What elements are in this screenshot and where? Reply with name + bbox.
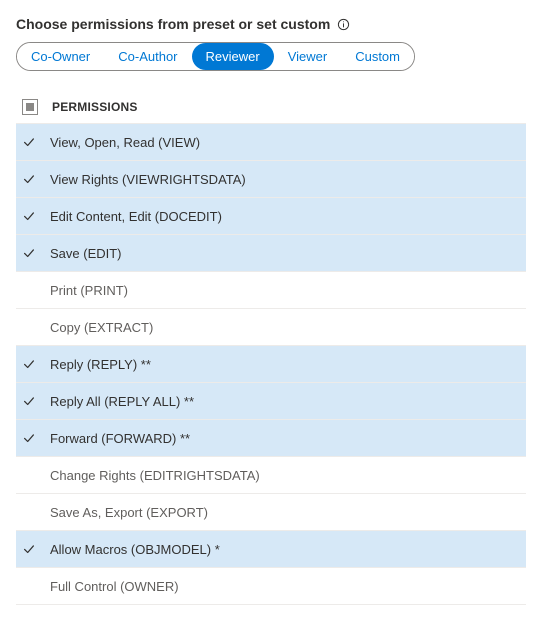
permission-check-icon	[20, 542, 50, 556]
permission-row[interactable]: View Rights (VIEWRIGHTSDATA)	[16, 161, 526, 198]
permission-row[interactable]: Edit Content, Edit (DOCEDIT)	[16, 198, 526, 235]
preset-co-owner[interactable]: Co-Owner	[17, 43, 104, 70]
permission-label: Save (EDIT)	[50, 246, 122, 261]
permissions-header-row: PERMISSIONS	[16, 91, 526, 124]
permission-label: Reply (REPLY) **	[50, 357, 151, 372]
select-all-indeterminate-icon	[26, 103, 34, 111]
preset-viewer[interactable]: Viewer	[274, 43, 342, 70]
permission-check-icon	[20, 431, 50, 445]
permissions-column-label: PERMISSIONS	[52, 100, 138, 114]
permission-row[interactable]: Reply All (REPLY ALL) **	[16, 383, 526, 420]
permission-row[interactable]: Reply (REPLY) **	[16, 346, 526, 383]
info-icon[interactable]	[336, 17, 350, 31]
permission-label: Edit Content, Edit (DOCEDIT)	[50, 209, 222, 224]
permission-check-icon	[20, 246, 50, 260]
section-title: Choose permissions from preset or set cu…	[16, 16, 330, 32]
permission-label: Allow Macros (OBJMODEL) *	[50, 542, 220, 557]
permission-row[interactable]: Print (PRINT)	[16, 272, 526, 309]
permission-row[interactable]: Forward (FORWARD) **	[16, 420, 526, 457]
preset-reviewer[interactable]: Reviewer	[192, 43, 274, 70]
select-all-checkbox[interactable]	[22, 99, 38, 115]
permission-row[interactable]: View, Open, Read (VIEW)	[16, 124, 526, 161]
permission-check-icon	[20, 172, 50, 186]
permission-label: Forward (FORWARD) **	[50, 431, 190, 446]
permission-label: Change Rights (EDITRIGHTSDATA)	[50, 468, 260, 483]
preset-custom[interactable]: Custom	[341, 43, 414, 70]
permission-check-icon	[20, 135, 50, 149]
permission-row[interactable]: Save As, Export (EXPORT)	[16, 494, 526, 531]
permission-label: Save As, Export (EXPORT)	[50, 505, 208, 520]
permission-check-icon	[20, 394, 50, 408]
permission-label: Reply All (REPLY ALL) **	[50, 394, 194, 409]
permission-row[interactable]: Allow Macros (OBJMODEL) *	[16, 531, 526, 568]
permission-check-icon	[20, 357, 50, 371]
permissions-list: View, Open, Read (VIEW) View Rights (VIEW…	[16, 124, 526, 605]
permission-label: Print (PRINT)	[50, 283, 128, 298]
permission-label: View, Open, Read (VIEW)	[50, 135, 200, 150]
permission-row[interactable]: Full Control (OWNER)	[16, 568, 526, 605]
permission-label: View Rights (VIEWRIGHTSDATA)	[50, 172, 246, 187]
permission-label: Copy (EXTRACT)	[50, 320, 153, 335]
permission-row[interactable]: Change Rights (EDITRIGHTSDATA)	[16, 457, 526, 494]
permission-check-icon	[20, 209, 50, 223]
section-heading-row: Choose permissions from preset or set cu…	[16, 16, 526, 32]
permission-label: Full Control (OWNER)	[50, 579, 179, 594]
preset-pill-group: Co-OwnerCo-AuthorReviewerViewerCustom	[16, 42, 415, 71]
permission-row[interactable]: Save (EDIT)	[16, 235, 526, 272]
permission-row[interactable]: Copy (EXTRACT)	[16, 309, 526, 346]
preset-co-author[interactable]: Co-Author	[104, 43, 191, 70]
